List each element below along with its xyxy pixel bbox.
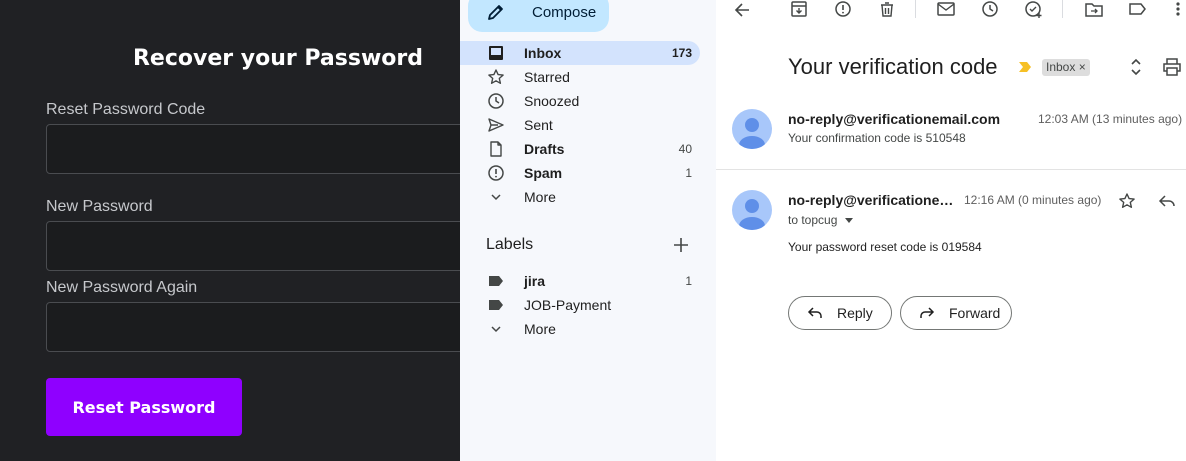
sidebar-item-label: Sent	[524, 117, 553, 133]
forward-button[interactable]: Forward	[900, 296, 1012, 330]
clock-icon	[487, 92, 505, 110]
sidebar-item-label: Starred	[524, 69, 570, 85]
importance-marker-icon[interactable]	[1018, 60, 1032, 74]
sidebar-item-label: JOB-Payment	[524, 297, 612, 313]
spam-icon	[487, 164, 505, 182]
toolbar-separator	[1062, 0, 1063, 18]
star-icon	[487, 68, 505, 86]
sidebar-item-label: Snoozed	[524, 93, 580, 109]
add-task-icon[interactable]	[1024, 0, 1044, 20]
inbox-icon	[487, 44, 505, 62]
recipient-line[interactable]: to topcug	[788, 213, 853, 227]
pencil-icon	[486, 2, 506, 22]
reply-arrow-icon[interactable]	[1158, 192, 1176, 210]
sidebar-item-count: 173	[671, 46, 692, 60]
reading-pane: Your verification code Inbox × no-reply@…	[716, 0, 1186, 461]
sidebar-labels-more[interactable]: More	[460, 317, 700, 341]
new-password-input[interactable]	[46, 221, 476, 271]
labels-heading: Labels	[486, 236, 690, 254]
message-sender[interactable]: no-reply@verificatione…	[788, 192, 953, 208]
email-subject: Your verification code	[788, 54, 998, 79]
back-arrow-icon[interactable]	[733, 0, 753, 20]
message-sender[interactable]: no-reply@verificationemail.com	[788, 111, 1000, 127]
inbox-label-text: Inbox	[1046, 60, 1076, 74]
reply-icon	[807, 305, 823, 321]
message-divider	[716, 169, 1186, 170]
sidebar-item-label: Inbox	[524, 45, 562, 61]
sender-avatar	[732, 190, 772, 230]
recover-password-panel: Recover your Password Reset Password Cod…	[0, 0, 476, 461]
sidebar-item-spam[interactable]: Spam 1	[460, 161, 700, 185]
chevron-down-icon	[487, 320, 505, 338]
reset-code-input[interactable]	[46, 124, 476, 174]
sidebar-item-label: More	[524, 189, 556, 205]
message-time: 12:03 AM (13 minutes ago)	[1038, 112, 1183, 126]
reply-button[interactable]: Reply	[788, 296, 892, 330]
send-icon	[487, 116, 505, 134]
snooze-clock-icon[interactable]	[980, 0, 1000, 20]
move-to-folder-icon[interactable]	[1084, 0, 1104, 20]
print-icon[interactable]	[1162, 57, 1182, 77]
star-icon[interactable]	[1118, 192, 1136, 210]
label-icon	[487, 272, 505, 290]
chevron-down-icon	[487, 188, 505, 206]
message-snippet[interactable]: Your confirmation code is 510548	[788, 131, 966, 145]
sidebar-item-label: jira	[524, 273, 546, 289]
label-tag-icon[interactable]	[1128, 0, 1148, 20]
toolbar-separator	[915, 0, 916, 18]
sidebar-item-count: 1	[685, 166, 692, 180]
sidebar-item-label: Drafts	[524, 141, 565, 157]
sidebar-item-more[interactable]: More	[460, 185, 700, 209]
sidebar-item-snoozed[interactable]: Snoozed	[460, 89, 700, 113]
label-icon	[487, 296, 505, 314]
sidebar-item-count: 1	[685, 274, 692, 288]
new-password-again-input[interactable]	[46, 302, 476, 352]
remove-label-close-icon[interactable]: ×	[1079, 60, 1086, 74]
reset-code-label: Reset Password Code	[46, 101, 206, 118]
trash-icon[interactable]	[877, 0, 897, 20]
sidebar-item-count: 40	[678, 142, 692, 156]
more-vert-icon[interactable]	[1168, 0, 1186, 20]
sender-avatar	[732, 109, 772, 149]
report-spam-icon[interactable]	[833, 0, 853, 20]
new-password-label: New Password	[46, 198, 153, 215]
archive-icon[interactable]	[789, 0, 809, 20]
forward-icon	[919, 305, 935, 321]
mark-unread-icon[interactable]	[936, 0, 956, 20]
sidebar-item-label: Spam	[524, 165, 563, 181]
new-password-again-label: New Password Again	[46, 279, 198, 296]
recipient-text: to topcug	[788, 213, 838, 227]
sidebar-item-drafts[interactable]: Drafts 40	[460, 137, 700, 161]
sidebar-item-inbox[interactable]: Inbox 173	[460, 41, 700, 65]
inbox-label-chip: Inbox ×	[1042, 59, 1090, 76]
forward-label: Forward	[949, 305, 1001, 321]
reset-password-button[interactable]: Reset Password	[46, 378, 242, 436]
labels-heading-text: Labels	[486, 236, 534, 253]
gmail-sidebar: Compose Inbox 173 Starred Snoozed Sent D…	[460, 0, 716, 461]
sidebar-label-jira[interactable]: jira 1	[460, 269, 700, 293]
message-time: 12:16 AM (0 minutes ago)	[964, 193, 1102, 207]
reply-label: Reply	[837, 305, 873, 321]
create-label-plus-icon[interactable]	[672, 236, 690, 254]
expand-collapse-icon[interactable]	[1126, 57, 1146, 77]
compose-button[interactable]: Compose	[468, 0, 609, 32]
sidebar-label-job-payment[interactable]: JOB-Payment	[460, 293, 700, 317]
draft-icon	[487, 140, 505, 158]
sidebar-item-label: More	[524, 321, 556, 337]
sidebar-item-sent[interactable]: Sent	[460, 113, 700, 137]
caret-down-icon	[844, 217, 853, 223]
message-body: Your password reset code is 019584	[788, 240, 982, 254]
compose-label: Compose	[532, 3, 597, 21]
sidebar-item-starred[interactable]: Starred	[460, 65, 700, 89]
